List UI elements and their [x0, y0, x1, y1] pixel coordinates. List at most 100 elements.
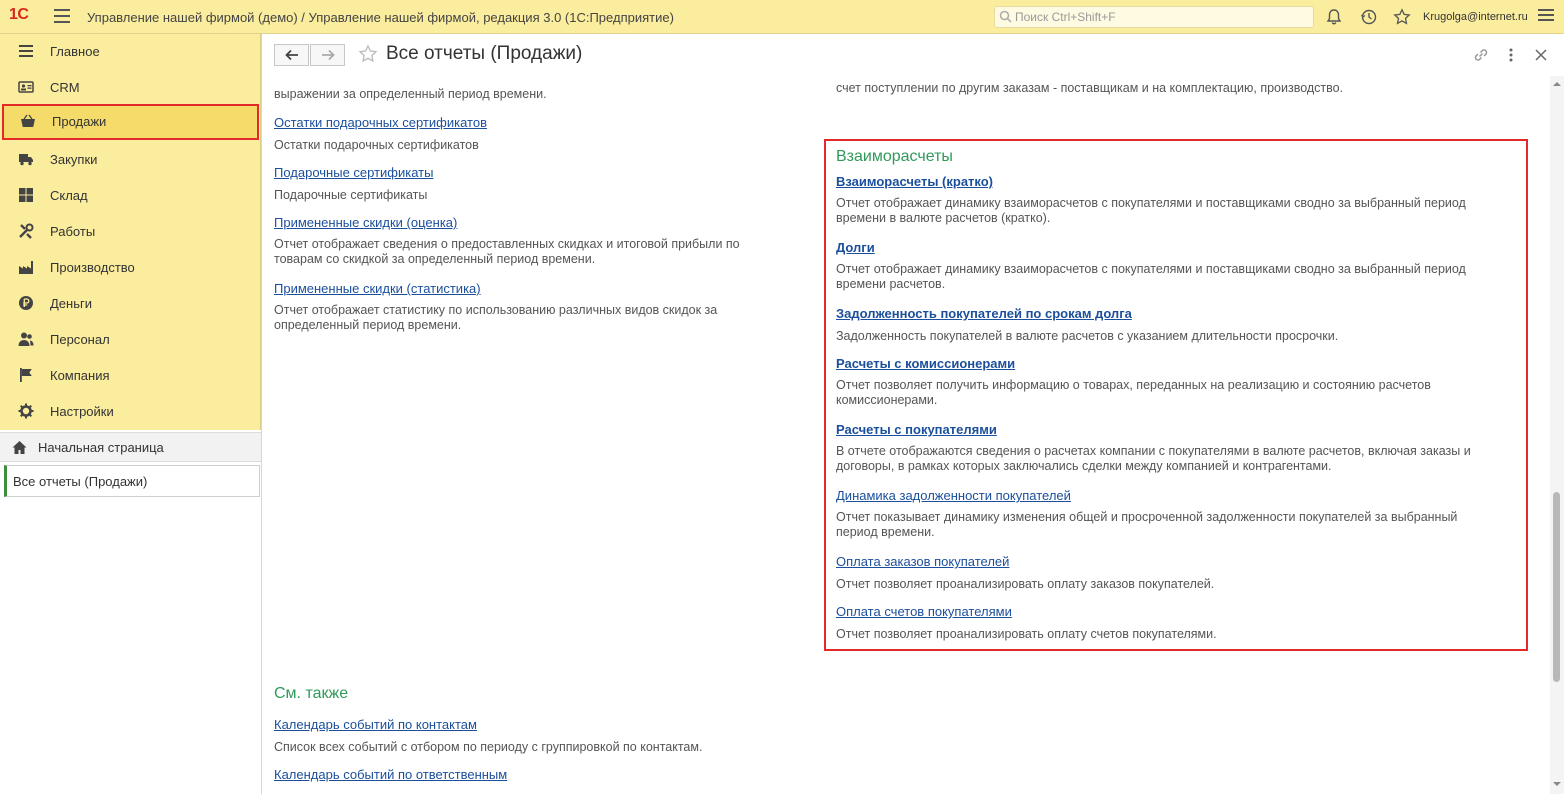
section-crm[interactable]: CRM — [0, 70, 261, 106]
form-header: Все отчеты (Продажи) — [262, 34, 1564, 76]
report-desc: комиссионерами. — [836, 393, 938, 407]
report-desc: времени расчетов. — [836, 277, 946, 291]
section-production[interactable]: Производство — [0, 250, 261, 286]
item-desc: счет поступлении по другим заказам - пос… — [836, 81, 1344, 95]
section-main[interactable]: Главное — [0, 34, 261, 70]
report-desc: Отчет показывает динамику изменения обще… — [836, 510, 1458, 524]
report-link[interactable]: Примененные скидки (оценка) — [274, 215, 457, 230]
report-desc: Задолженность покупателей в валюте расче… — [836, 329, 1339, 343]
report-desc: период времени. — [836, 525, 935, 539]
people-icon — [18, 332, 34, 346]
report-link[interactable]: Расчеты с комиссионерами — [836, 356, 1015, 371]
app-title: Управление нашей фирмой (демо) / Управле… — [87, 10, 674, 25]
report-desc: Отчет позволяет проанализировать оплату … — [836, 577, 1215, 591]
section-label: Настройки — [50, 404, 114, 419]
section-label: Компания — [50, 368, 110, 383]
report-desc: Отчет отображает статистику по использов… — [274, 303, 718, 317]
see-also-desc: Список всех событий с отбором по периоду… — [274, 740, 703, 754]
page-title: Все отчеты (Продажи) — [386, 43, 583, 64]
report-desc: Отчет отображает сведения о предоставлен… — [274, 237, 740, 251]
section-label: Производство — [50, 260, 135, 275]
section-label: Работы — [50, 224, 96, 239]
item-desc: выражении за определенный период времени… — [274, 87, 547, 101]
favorites-star-icon[interactable] — [1393, 8, 1411, 26]
history-icon[interactable] — [1360, 8, 1378, 26]
section-label: Закупки — [50, 152, 98, 167]
report-desc: Отчет отображает динамику взаиморасчетов… — [836, 196, 1466, 210]
arrow-left-icon — [285, 49, 298, 61]
report-link[interactable]: Динамика задолженности покупателей — [836, 488, 1071, 503]
factory-icon — [19, 261, 33, 274]
scroll-down-icon[interactable] — [1553, 780, 1561, 788]
section-label: Продажи — [52, 114, 107, 129]
report-link[interactable]: Оплата заказов покупателей — [836, 554, 1009, 569]
section-label: CRM — [50, 80, 80, 95]
open-window-label: Все отчеты (Продажи) — [13, 474, 148, 489]
report-desc: определенный период времени. — [274, 318, 462, 332]
search-icon — [999, 10, 1012, 23]
search-placeholder: Поиск Ctrl+Shift+F — [1015, 10, 1116, 24]
reports-content: выражении за определенный период времени… — [262, 76, 1550, 794]
report-desc: Отчет позволяет получить информацию о то… — [836, 378, 1431, 392]
report-link[interactable]: Взаиморасчеты (кратко) — [836, 174, 993, 189]
scroll-up-icon[interactable] — [1553, 80, 1561, 88]
report-link[interactable]: Подарочные сертификаты — [274, 165, 433, 180]
report-desc: Подарочные сертификаты — [274, 188, 428, 202]
menu-lines-icon — [19, 45, 33, 57]
report-link[interactable]: Остатки подарочных сертификатов — [274, 115, 487, 130]
scroll-thumb[interactable] — [1553, 492, 1560, 682]
close-icon[interactable] — [1532, 46, 1550, 64]
boxes-icon — [19, 188, 33, 202]
search-input[interactable]: Поиск Ctrl+Shift+F — [994, 6, 1314, 28]
see-also-title: См. также — [274, 685, 349, 702]
home-page-label: Начальная страница — [38, 440, 164, 455]
section-purchases[interactable]: Закупки — [0, 142, 261, 178]
home-icon — [12, 441, 27, 454]
app-logo: 1С — [9, 6, 29, 23]
section-label: Склад — [50, 188, 88, 203]
see-also-link[interactable]: Календарь событий по ответственным — [274, 767, 507, 782]
bell-icon[interactable] — [1325, 8, 1343, 26]
report-link[interactable]: Задолженность покупателей по срокам долг… — [836, 306, 1132, 321]
section-warehouse[interactable]: Склад — [0, 178, 261, 214]
title-bar: 1С Управление нашей фирмой (демо) / Упра… — [0, 0, 1564, 34]
section-label: Деньги — [50, 296, 92, 311]
ruble-coin-icon — [19, 296, 33, 310]
section-sales[interactable]: Продажи — [2, 104, 259, 140]
report-desc: Остатки подарочных сертификатов — [274, 138, 479, 152]
home-page-link[interactable]: Начальная страница — [0, 432, 261, 462]
gear-icon — [18, 403, 34, 419]
report-link[interactable]: Оплата счетов покупателями — [836, 604, 1012, 619]
favorite-star-icon[interactable] — [358, 44, 378, 64]
flag-icon — [20, 368, 32, 382]
user-name[interactable]: Krugolga@internet.ru — [1423, 11, 1528, 23]
sidebar: Главное CRM Продажи Закупки Склад Работы… — [0, 34, 262, 794]
vertical-scrollbar[interactable] — [1550, 76, 1564, 794]
section-company[interactable]: Компания — [0, 358, 261, 394]
tools-icon — [19, 223, 34, 239]
section-settings[interactable]: Настройки — [0, 394, 261, 430]
report-desc: договоры, в рамках которых заключались с… — [836, 459, 1332, 473]
report-link[interactable]: Долги — [836, 240, 875, 255]
arrow-right-icon — [322, 49, 335, 61]
link-icon[interactable] — [1472, 46, 1490, 64]
more-vertical-icon[interactable] — [1502, 46, 1520, 64]
report-link[interactable]: Примененные скидки (статистика) — [274, 281, 481, 296]
truck-icon — [19, 154, 33, 166]
report-desc: В отчете отображаются сведения о расчета… — [836, 444, 1471, 458]
back-button[interactable] — [274, 44, 309, 66]
settings-menu-icon[interactable] — [1538, 9, 1554, 25]
main-menu-icon[interactable] — [54, 9, 70, 23]
section-label: Персонал — [50, 332, 110, 347]
report-desc: Отчет отображает динамику взаиморасчетов… — [836, 262, 1466, 276]
see-also-link[interactable]: Календарь событий по контактам — [274, 717, 477, 732]
open-window-tab[interactable]: Все отчеты (Продажи) — [4, 465, 260, 497]
report-link[interactable]: Расчеты с покупателями — [836, 422, 997, 437]
section-money[interactable]: Деньги — [0, 286, 261, 322]
report-desc: времени в валюте расчетов (кратко). — [836, 211, 1051, 225]
report-desc: товарам со скидкой за определенный перио… — [274, 252, 596, 266]
forward-button[interactable] — [310, 44, 345, 66]
section-works[interactable]: Работы — [0, 214, 261, 250]
report-desc: Отчет позволяет проанализировать оплату … — [836, 627, 1217, 641]
section-personnel[interactable]: Персонал — [0, 322, 261, 358]
